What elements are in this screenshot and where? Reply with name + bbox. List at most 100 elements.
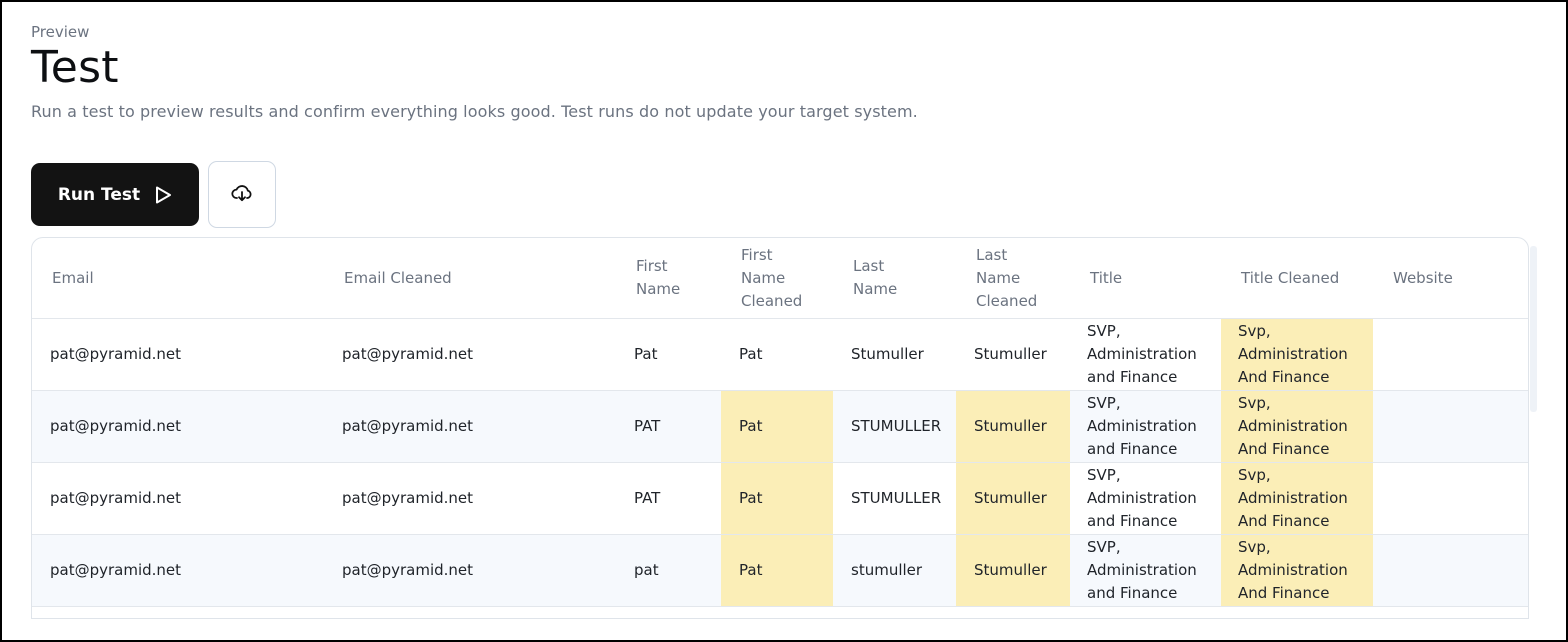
preview-panel: Preview Test Run a test to preview resul… bbox=[0, 0, 1568, 642]
cell-line: And Finance bbox=[1238, 512, 1330, 530]
column-header-text: First bbox=[636, 257, 668, 275]
cell-line: Svp, bbox=[1238, 466, 1271, 484]
column-header-text: Last bbox=[976, 245, 1008, 264]
title-cell: SVP, Administration and Finance bbox=[1070, 390, 1221, 463]
column-header[interactable]: First Name bbox=[616, 238, 721, 319]
email-cell: pat@pyramid.net bbox=[32, 462, 324, 535]
column-header[interactable]: Last Name bbox=[833, 238, 956, 319]
website-cell bbox=[1373, 534, 1528, 607]
column-header[interactable]: Email Cleaned bbox=[324, 238, 616, 319]
play-icon bbox=[154, 186, 172, 204]
email-cleaned-cell: pat@pyramid.net bbox=[324, 462, 616, 535]
cell-line: and Finance bbox=[1087, 368, 1178, 386]
column-header-text: Name bbox=[636, 280, 681, 298]
title-cell: SVP, Administration and Finance bbox=[1070, 534, 1221, 607]
cell-line: SVP, bbox=[1087, 538, 1121, 556]
website-cell bbox=[1373, 390, 1528, 463]
column-header-text: Email Cleaned bbox=[344, 268, 452, 287]
section-eyebrow: Preview bbox=[31, 23, 90, 41]
last-name-cell: STUMULLER bbox=[833, 390, 956, 463]
title-cleaned-cell: Svp, Administration And Finance bbox=[1221, 390, 1373, 463]
table-row[interactable]: pat@pyramid.net pat@pyramid.net pat Pat stum… bbox=[32, 534, 1528, 607]
cell-line: Svp, bbox=[1238, 538, 1271, 556]
first-name-cell: Pat bbox=[616, 318, 721, 391]
cell-line: And Finance bbox=[1238, 368, 1330, 386]
column-header[interactable]: Last Name Cleaned bbox=[956, 238, 1070, 319]
title-cleaned-cell: Svp, Administration And Finance bbox=[1221, 462, 1373, 535]
column-header-text: Title Cleaned bbox=[1241, 268, 1340, 287]
first-name-cell: PAT bbox=[616, 462, 721, 535]
column-header[interactable]: First Name Cleaned bbox=[721, 238, 833, 319]
cell-line: Administration bbox=[1238, 489, 1348, 507]
website-cell bbox=[1373, 318, 1528, 391]
first-name-cleaned-cell: Pat bbox=[721, 390, 833, 463]
column-header-text: Title bbox=[1090, 268, 1123, 287]
table-row[interactable]: pat@pyramid.net pat@pyramid.net Pat Pat Stum… bbox=[32, 318, 1528, 391]
column-header-text: Name bbox=[853, 280, 898, 298]
last-name-cell: Stumuller bbox=[833, 318, 956, 391]
cell-line: Administration bbox=[1238, 345, 1348, 363]
first-name-cleaned-cell: Pat bbox=[721, 462, 833, 535]
run-test-button[interactable]: Run Test bbox=[31, 163, 199, 226]
last-name-cleaned-cell: Stumuller bbox=[956, 390, 1070, 463]
first-name-cell: pat bbox=[616, 534, 721, 607]
cell-line: SVP, bbox=[1087, 394, 1121, 412]
column-header-text: Name bbox=[741, 268, 786, 287]
download-button[interactable] bbox=[208, 161, 276, 228]
column-header[interactable]: Website bbox=[1373, 238, 1528, 319]
first-name-cleaned-cell: Pat bbox=[721, 534, 833, 607]
email-cleaned-cell: pat@pyramid.net bbox=[324, 390, 616, 463]
first-name-cell: PAT bbox=[616, 390, 721, 463]
column-header-text: Cleaned bbox=[976, 291, 1038, 310]
first-name-cleaned-cell: Pat bbox=[721, 318, 833, 391]
last-name-cleaned-cell: Stumuller bbox=[956, 534, 1070, 607]
cell-line: and Finance bbox=[1087, 440, 1178, 458]
preview-table: Email Email Cleaned First Name First Name Clea… bbox=[32, 238, 1528, 607]
cell-line: Svp, bbox=[1238, 322, 1271, 340]
cell-line: Administration bbox=[1087, 489, 1197, 507]
column-header-text: Website bbox=[1393, 268, 1453, 287]
cell-line: Administration bbox=[1087, 417, 1197, 435]
column-header-text: Cleaned bbox=[741, 291, 803, 310]
table-row[interactable]: pat@pyramid.net pat@pyramid.net PAT Pat STUM… bbox=[32, 462, 1528, 535]
column-header-text: Last bbox=[853, 257, 885, 275]
title-cell: SVP, Administration and Finance bbox=[1070, 318, 1221, 391]
column-header-text: First bbox=[741, 245, 773, 264]
email-cleaned-cell: pat@pyramid.net bbox=[324, 318, 616, 391]
page-description: Run a test to preview results and confir… bbox=[31, 102, 918, 121]
cell-line: SVP, bbox=[1087, 466, 1121, 484]
title-cleaned-cell: Svp, Administration And Finance bbox=[1221, 318, 1373, 391]
cell-line: And Finance bbox=[1238, 440, 1330, 458]
cell-line: Administration bbox=[1087, 561, 1197, 579]
column-header-text: Email bbox=[52, 268, 94, 287]
cell-line: and Finance bbox=[1087, 584, 1178, 602]
cell-line: and Finance bbox=[1087, 512, 1178, 530]
table-row[interactable]: pat@pyramid.net pat@pyramid.net PAT Pat STUM… bbox=[32, 390, 1528, 463]
page-title: Test bbox=[31, 42, 119, 93]
cell-line: Svp, bbox=[1238, 394, 1271, 412]
email-cell: pat@pyramid.net bbox=[32, 318, 324, 391]
cell-line: SVP, bbox=[1087, 322, 1121, 340]
column-header[interactable]: Title Cleaned bbox=[1221, 238, 1373, 319]
cell-line: Administration bbox=[1238, 561, 1348, 579]
column-header[interactable]: Title bbox=[1070, 238, 1221, 319]
website-cell bbox=[1373, 462, 1528, 535]
email-cell: pat@pyramid.net bbox=[32, 534, 324, 607]
table-body: pat@pyramid.net pat@pyramid.net Pat Pat Stum… bbox=[32, 318, 1528, 607]
email-cell: pat@pyramid.net bbox=[32, 390, 324, 463]
preview-table-container[interactable]: Email Email Cleaned First Name First Name Clea… bbox=[31, 237, 1529, 619]
title-cell: SVP, Administration and Finance bbox=[1070, 462, 1221, 535]
last-name-cleaned-cell: Stumuller bbox=[956, 462, 1070, 535]
cell-line: Administration bbox=[1238, 417, 1348, 435]
run-test-label: Run Test bbox=[57, 184, 141, 205]
title-cleaned-cell: Svp, Administration And Finance bbox=[1221, 534, 1373, 607]
column-header[interactable]: Email bbox=[32, 238, 324, 319]
cloud-download-icon bbox=[231, 183, 253, 207]
email-cleaned-cell: pat@pyramid.net bbox=[324, 534, 616, 607]
table-header-row: Email Email Cleaned First Name First Name Clea… bbox=[32, 238, 1528, 319]
last-name-cleaned-cell: Stumuller bbox=[956, 318, 1070, 391]
vertical-scrollbar[interactable] bbox=[1530, 246, 1537, 412]
last-name-cell: STUMULLER bbox=[833, 462, 956, 535]
cell-line: Administration bbox=[1087, 345, 1197, 363]
last-name-cell: stumuller bbox=[833, 534, 956, 607]
